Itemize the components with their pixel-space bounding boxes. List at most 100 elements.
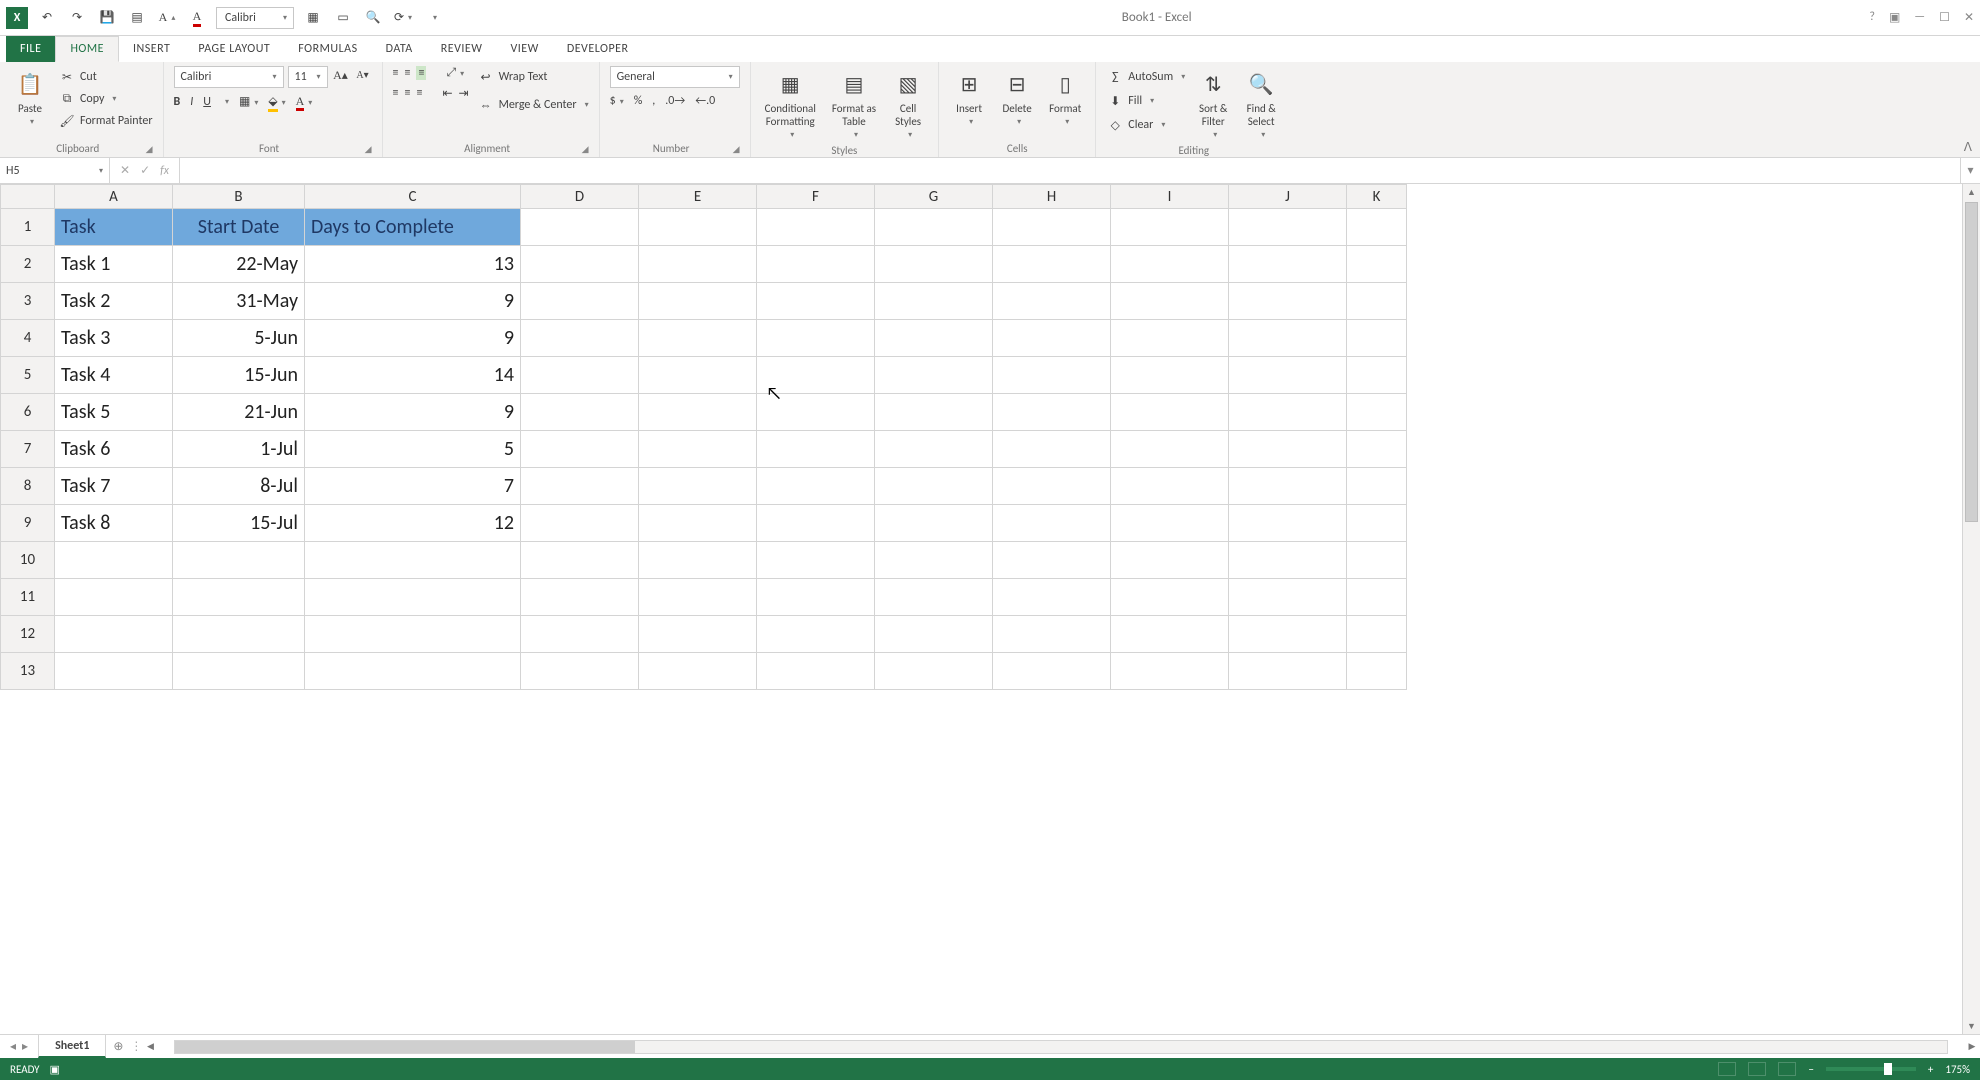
tab-developer[interactable]: DEVELOPER: [553, 36, 643, 62]
cell[interactable]: [875, 579, 993, 616]
cell[interactable]: [639, 394, 757, 431]
cell[interactable]: [1111, 320, 1229, 357]
cell[interactable]: [993, 209, 1111, 246]
cell[interactable]: [1111, 505, 1229, 542]
cell[interactable]: [757, 579, 875, 616]
font-name-combo[interactable]: Calibri▾: [174, 66, 284, 88]
cell[interactable]: [521, 505, 639, 542]
column-header[interactable]: E: [639, 185, 757, 209]
tab-review[interactable]: REVIEW: [427, 36, 497, 62]
column-header[interactable]: F: [757, 185, 875, 209]
row-header[interactable]: 7: [1, 431, 55, 468]
cell[interactable]: [173, 579, 305, 616]
cell[interactable]: [875, 653, 993, 690]
cell[interactable]: [1347, 542, 1407, 579]
cell[interactable]: [1347, 468, 1407, 505]
cell[interactable]: [875, 357, 993, 394]
decrease-font-icon[interactable]: A▾: [354, 66, 372, 84]
cell[interactable]: 9: [305, 283, 521, 320]
horizontal-scrollbar[interactable]: ⋮ ◀ ▶: [130, 1035, 1980, 1058]
cell[interactable]: [1111, 209, 1229, 246]
page-layout-view-icon[interactable]: [1748, 1062, 1766, 1076]
cell[interactable]: [639, 431, 757, 468]
dialog-launcher-icon[interactable]: ◢: [733, 144, 740, 155]
tab-home[interactable]: HOME: [55, 36, 119, 62]
cell[interactable]: [1347, 283, 1407, 320]
cell[interactable]: [993, 542, 1111, 579]
cell[interactable]: 22-May: [173, 246, 305, 283]
paste-button[interactable]: 📋 Paste ▾: [10, 66, 50, 129]
cell[interactable]: [875, 542, 993, 579]
cell[interactable]: [639, 579, 757, 616]
dialog-launcher-icon[interactable]: ◢: [146, 144, 153, 155]
cell[interactable]: [639, 505, 757, 542]
font-size-combo[interactable]: 11▾: [288, 66, 328, 88]
cell[interactable]: [993, 431, 1111, 468]
cell[interactable]: [757, 468, 875, 505]
cell[interactable]: [875, 505, 993, 542]
orientation-icon[interactable]: ⤢▾: [446, 66, 464, 80]
scroll-left-icon[interactable]: ◀: [142, 1041, 158, 1052]
row-header[interactable]: 6: [1, 394, 55, 431]
cell[interactable]: [1347, 579, 1407, 616]
cell[interactable]: [305, 579, 521, 616]
cell[interactable]: [1229, 579, 1347, 616]
cell[interactable]: [1111, 579, 1229, 616]
cell[interactable]: [993, 394, 1111, 431]
number-format-combo[interactable]: General▾: [610, 66, 740, 88]
tab-page-layout[interactable]: PAGE LAYOUT: [184, 36, 284, 62]
accounting-format-icon[interactable]: $▾: [610, 94, 624, 108]
column-header[interactable]: K: [1347, 185, 1407, 209]
redo-icon[interactable]: ↷: [66, 7, 88, 29]
cell[interactable]: 14: [305, 357, 521, 394]
cell[interactable]: [757, 616, 875, 653]
column-header[interactable]: J: [1229, 185, 1347, 209]
scroll-up-icon[interactable]: ▲: [1963, 184, 1980, 200]
align-middle-icon[interactable]: ≡: [404, 66, 410, 80]
cell[interactable]: Start Date: [173, 209, 305, 246]
merge-center-button[interactable]: ⇔ Merge & Center▾: [477, 94, 589, 116]
cell[interactable]: [1111, 653, 1229, 690]
cell[interactable]: [1229, 468, 1347, 505]
cell[interactable]: [639, 468, 757, 505]
underline-button[interactable]: U: [203, 95, 211, 109]
qat-icon-2[interactable]: ▭: [332, 7, 354, 29]
cell[interactable]: [1347, 320, 1407, 357]
qat-icon-4[interactable]: ⟳▾: [392, 7, 414, 29]
name-box[interactable]: H5 ▾: [0, 158, 110, 183]
row-header[interactable]: 12: [1, 616, 55, 653]
wrap-text-button[interactable]: ↩ Wrap Text: [477, 66, 589, 88]
decrease-decimal-icon[interactable]: ←.0: [695, 94, 715, 108]
cell[interactable]: [1111, 246, 1229, 283]
borders-button[interactable]: ▦▾: [239, 94, 258, 109]
align-right-icon[interactable]: ≡: [416, 86, 422, 101]
cell[interactable]: [1229, 209, 1347, 246]
zoom-in-icon[interactable]: +: [1928, 1063, 1933, 1076]
scroll-right-icon[interactable]: ▶: [1964, 1041, 1980, 1052]
cell[interactable]: [521, 357, 639, 394]
cell[interactable]: [1111, 394, 1229, 431]
conditional-formatting-button[interactable]: ▦ Conditional Formatting▾: [761, 66, 820, 142]
align-top-icon[interactable]: ≡: [393, 66, 399, 80]
column-header[interactable]: H: [993, 185, 1111, 209]
cell[interactable]: [1111, 431, 1229, 468]
insert-cells-button[interactable]: ⊞ Insert▾: [949, 66, 989, 129]
close-button[interactable]: ✕: [1964, 10, 1974, 25]
cell[interactable]: [1347, 246, 1407, 283]
cell[interactable]: [1347, 394, 1407, 431]
fx-icon[interactable]: fx: [160, 164, 169, 178]
cell[interactable]: 15-Jun: [173, 357, 305, 394]
copy-button[interactable]: ⧉ Copy▾: [58, 88, 153, 110]
increase-font-icon[interactable]: A▴: [332, 66, 350, 84]
qat-font-combo[interactable]: Calibri ▾: [216, 7, 294, 29]
font-size-up-icon[interactable]: A▴: [156, 7, 178, 29]
normal-view-icon[interactable]: [1718, 1062, 1736, 1076]
tab-insert[interactable]: INSERT: [119, 36, 184, 62]
new-sheet-button[interactable]: ⊕: [106, 1035, 130, 1058]
cell[interactable]: [1229, 357, 1347, 394]
cut-button[interactable]: ✂ Cut: [58, 66, 153, 88]
cell[interactable]: [875, 468, 993, 505]
cell[interactable]: [305, 542, 521, 579]
dialog-launcher-icon[interactable]: ◢: [582, 144, 589, 155]
decrease-indent-icon[interactable]: ⇤: [442, 86, 452, 101]
